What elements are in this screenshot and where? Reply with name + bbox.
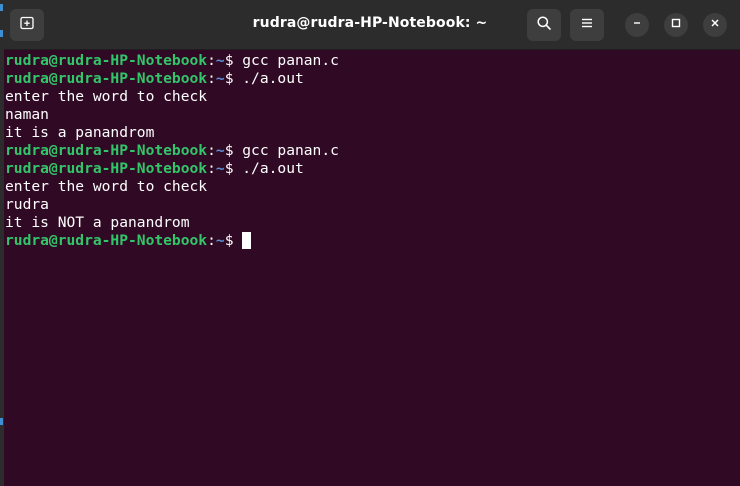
output-line: enter the word to check	[5, 178, 208, 195]
output-line: rudra	[5, 196, 49, 213]
terminal-window: rudra@rudra-HP-Notebook: ~ rudra@rudra-H…	[0, 0, 740, 486]
prompt-line: rudra@rudra-HP-Notebook:~$	[5, 232, 740, 250]
command-text: gcc panan.c	[242, 142, 339, 159]
menu-button[interactable]	[570, 9, 604, 41]
output-line: enter the word to check	[5, 88, 208, 105]
prompt-path: ~	[215, 232, 225, 249]
prompt-user: rudra@rudra-HP-Notebook	[5, 232, 208, 249]
close-button[interactable]	[703, 13, 727, 37]
prompt-line: rudra@rudra-HP-Notebook:~$ ./a.out	[5, 160, 740, 178]
prompt-line: rudra@rudra-HP-Notebook:~$ ./a.out	[5, 70, 740, 88]
search-icon	[536, 15, 552, 36]
output-line: it is NOT a panandrom	[5, 214, 190, 231]
prompt-user: rudra@rudra-HP-Notebook	[5, 142, 208, 159]
search-button[interactable]	[527, 9, 561, 41]
edge-mark	[0, 30, 3, 37]
output-line: it is a panandrom	[5, 124, 155, 141]
command-text: ./a.out	[242, 70, 304, 87]
title-bar: rudra@rudra-HP-Notebook: ~	[0, 0, 740, 50]
prompt-colon: :	[207, 142, 216, 159]
minimize-icon	[631, 16, 643, 34]
prompt-dollar: $	[224, 160, 243, 177]
command-text: gcc panan.c	[242, 52, 339, 69]
close-icon	[709, 16, 721, 34]
prompt-colon: :	[207, 70, 216, 87]
prompt-line: rudra@rudra-HP-Notebook:~$ gcc panan.c	[5, 52, 740, 70]
prompt-colon: :	[207, 52, 216, 69]
output-line: naman	[5, 106, 49, 123]
left-edge-strip	[0, 0, 4, 486]
text-cursor	[242, 232, 252, 249]
edge-mark	[0, 4, 3, 11]
maximize-button[interactable]	[664, 13, 688, 37]
prompt-user: rudra@rudra-HP-Notebook	[5, 52, 208, 69]
prompt-path: ~	[215, 52, 225, 69]
prompt-line: rudra@rudra-HP-Notebook:~$ gcc panan.c	[5, 142, 740, 160]
prompt-colon: :	[207, 232, 216, 249]
prompt-path: ~	[215, 142, 225, 159]
edge-mark	[0, 418, 3, 425]
prompt-path: ~	[215, 160, 225, 177]
command-text: ./a.out	[242, 160, 304, 177]
hamburger-menu-icon	[580, 16, 594, 35]
prompt-dollar: $	[224, 70, 243, 87]
prompt-dollar: $	[224, 232, 243, 249]
prompt-user: rudra@rudra-HP-Notebook	[5, 70, 208, 87]
prompt-user: rudra@rudra-HP-Notebook	[5, 160, 208, 177]
maximize-icon	[670, 16, 682, 34]
prompt-dollar: $	[224, 142, 243, 159]
minimize-button[interactable]	[625, 13, 649, 37]
prompt-dollar: $	[224, 52, 243, 69]
prompt-colon: :	[207, 160, 216, 177]
prompt-path: ~	[215, 70, 225, 87]
terminal-output[interactable]: rudra@rudra-HP-Notebook:~$ gcc panan.c ru…	[5, 52, 740, 486]
